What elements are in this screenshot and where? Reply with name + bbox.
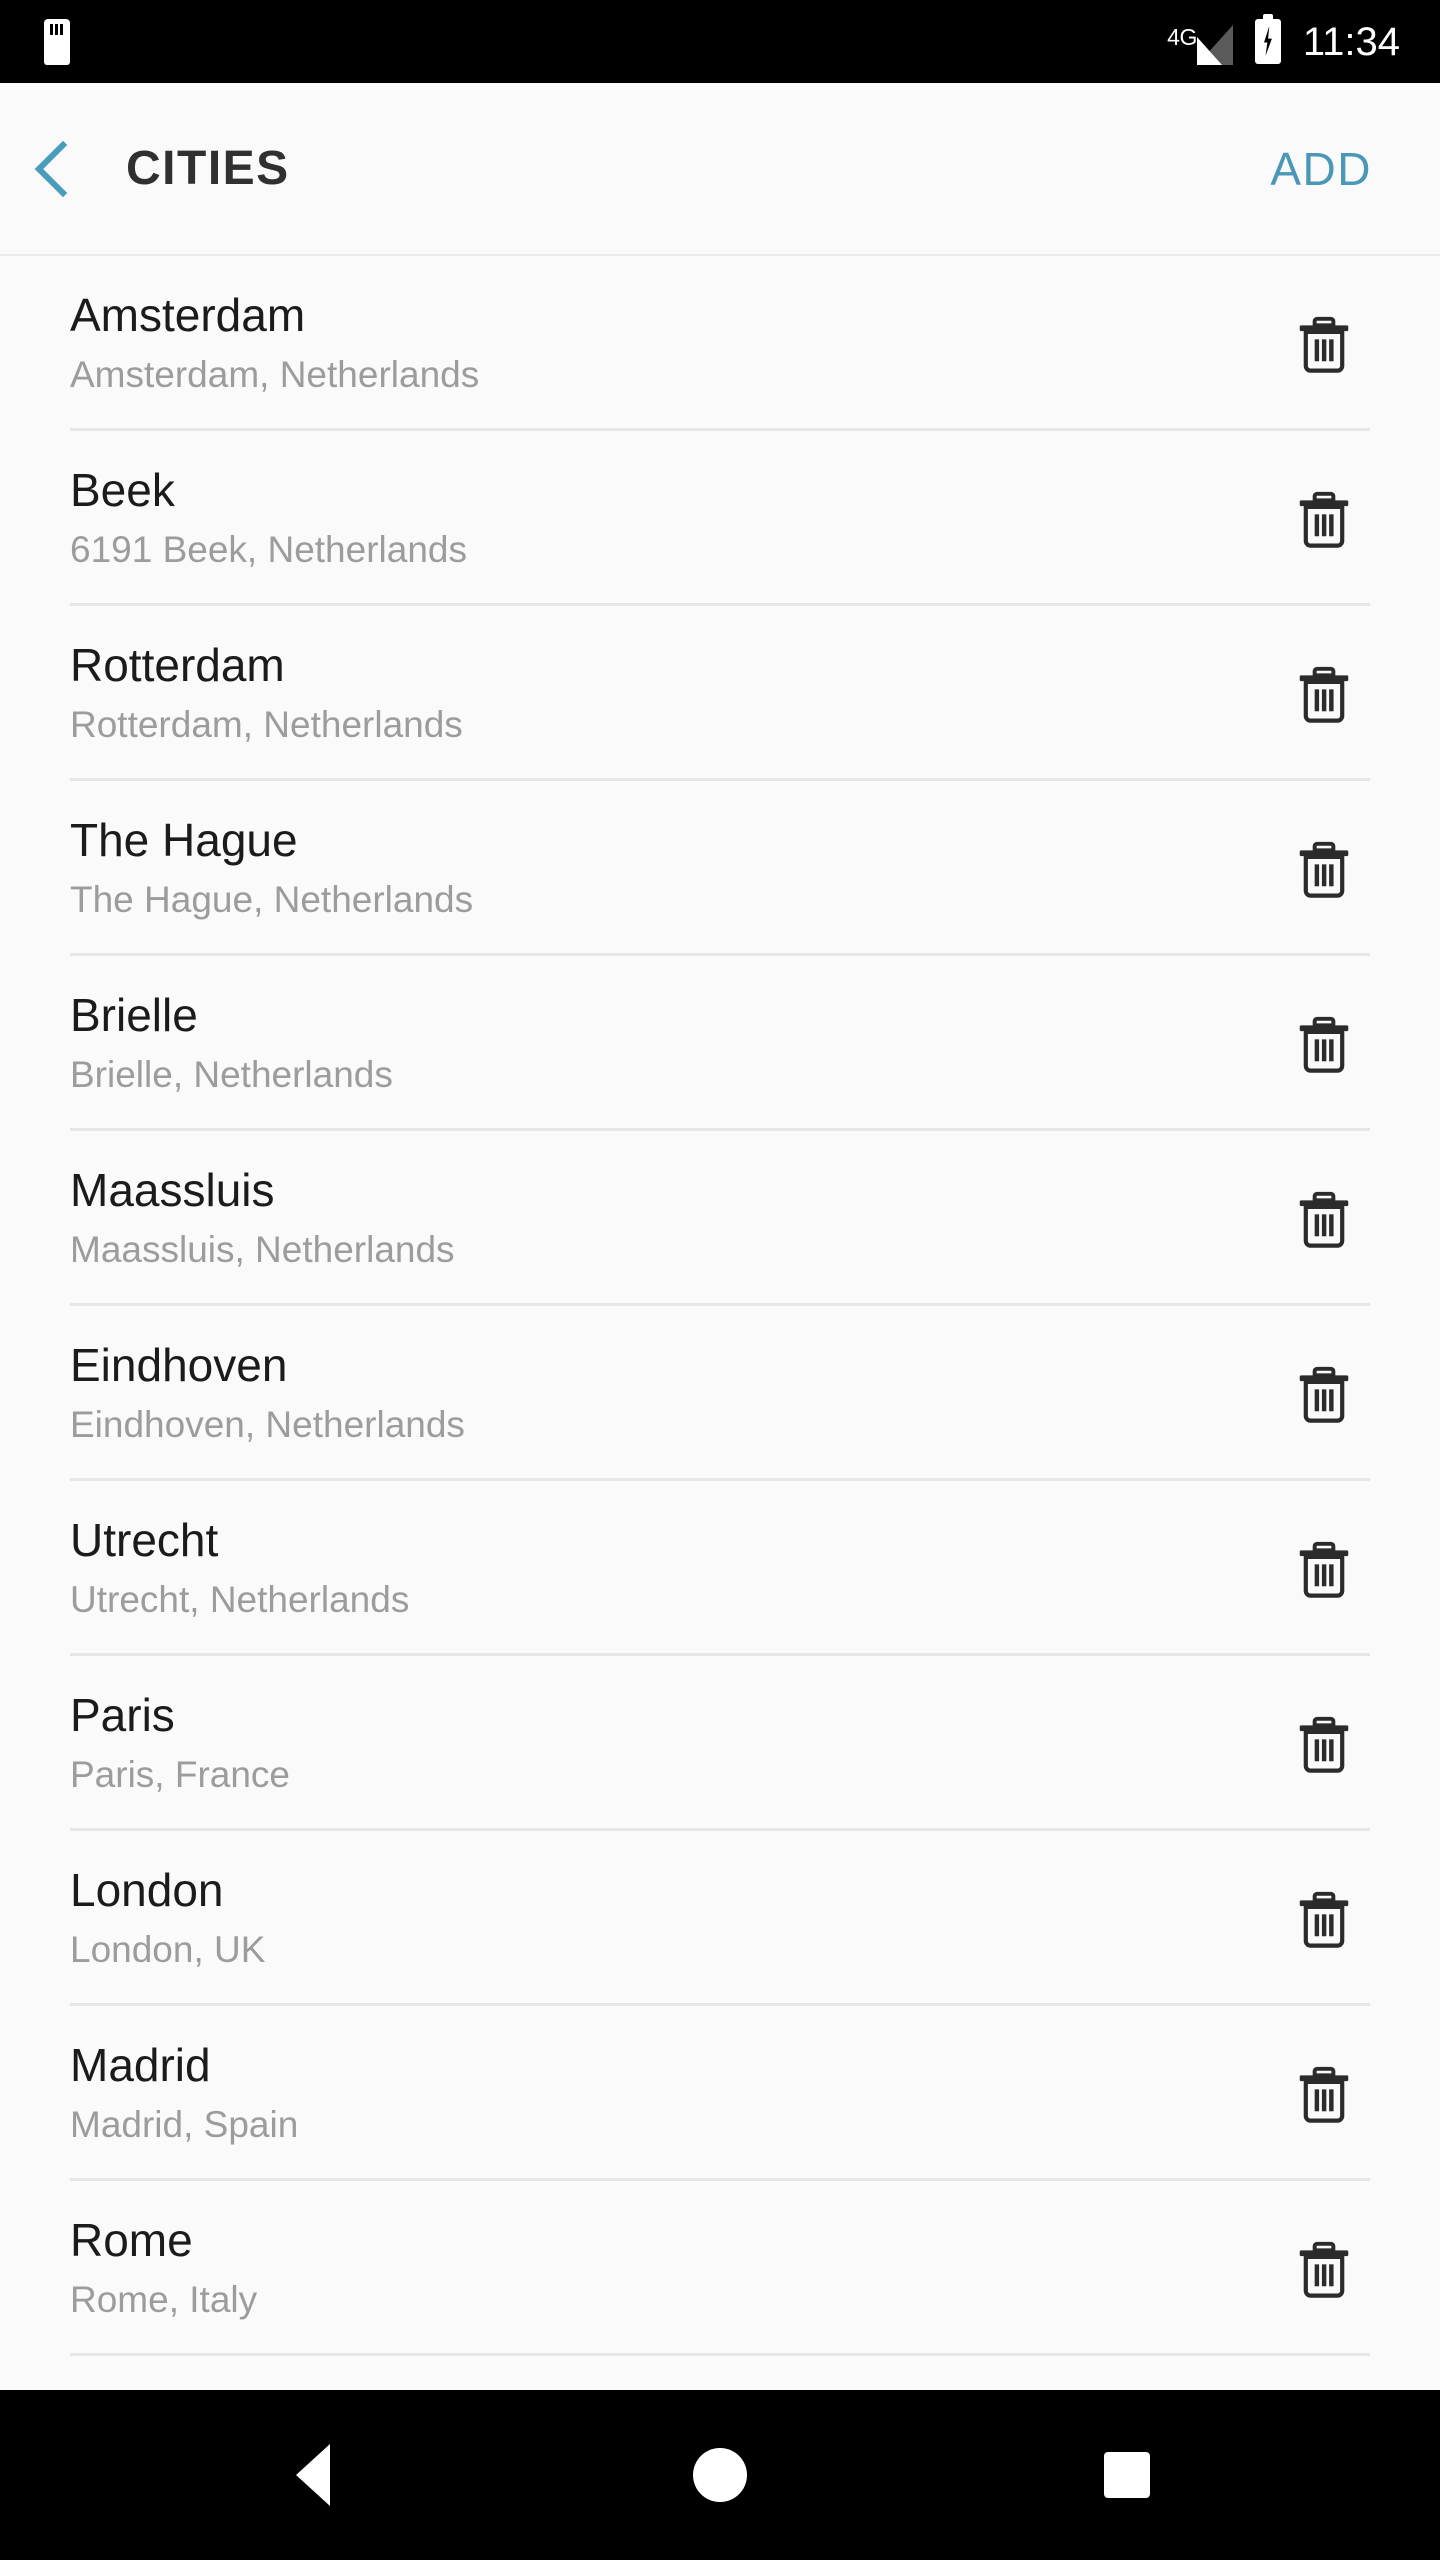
trash-icon [1296,1363,1352,1425]
square-recents-icon [1104,2452,1150,2498]
delete-city-button[interactable] [1278,1684,1370,1804]
signal-triangle-icon [1196,24,1233,65]
city-text-block: Amsterdam Amsterdam, Netherlands [70,290,1278,397]
delete-city-button[interactable] [1278,1334,1370,1454]
delete-city-button[interactable] [1278,1509,1370,1629]
back-button[interactable] [0,82,118,255]
trash-icon [1296,488,1352,550]
city-list-item[interactable]: Paris Paris, France [0,1656,1440,1831]
city-list-item[interactable]: Eindhoven Eindhoven, Netherlands [0,1306,1440,1481]
trash-icon [1296,1888,1352,1950]
city-list-item[interactable]: Brielle Brielle, Netherlands [0,956,1440,1131]
android-navigation-bar [0,2390,1440,2560]
delete-city-button[interactable] [1278,1159,1370,1279]
phone-screen: 4G 11:34 CITIES ADD Amsterdam Amsterdam, … [0,0,1440,2560]
city-list-item[interactable]: Rome Rome, Italy [0,2181,1440,2356]
nav-home-button[interactable] [625,2390,815,2560]
city-subtitle: Paris, France [70,1753,291,1795]
city-name: Paris [70,1689,175,1742]
city-name: London [70,1864,224,1917]
nav-back-button[interactable] [218,2390,408,2560]
status-bar-left [0,18,70,65]
city-text-block: Brielle Brielle, Netherlands [70,990,1278,1097]
delete-city-button[interactable] [1278,2034,1370,2154]
city-text-block: The Hague The Hague, Netherlands [70,815,1278,922]
city-name: Amsterdam [70,289,306,342]
city-list-item[interactable]: The Hague The Hague, Netherlands [0,781,1440,956]
city-text-block: Eindhoven Eindhoven, Netherlands [70,1340,1278,1447]
city-name: Rotterdam [70,639,285,692]
city-list-item[interactable]: Utrecht Utrecht, Netherlands [0,1481,1440,1656]
delete-city-button[interactable] [1278,984,1370,1104]
city-text-block: Utrecht Utrecht, Netherlands [70,1515,1278,1622]
city-subtitle: Maassluis, Netherlands [70,1228,455,1270]
city-text-block: Rotterdam Rotterdam, Netherlands [70,640,1278,747]
city-name: Utrecht [70,1514,219,1567]
add-button[interactable]: ADD [1260,130,1382,208]
city-subtitle: London, UK [70,1928,266,1970]
delete-city-button[interactable] [1278,634,1370,754]
city-subtitle: Utrecht, Netherlands [70,1578,410,1620]
delete-city-button[interactable] [1278,2209,1370,2329]
app-bar: CITIES ADD [0,83,1440,256]
city-subtitle: Eindhoven, Netherlands [70,1403,465,1445]
city-name: Madrid [70,2039,211,2092]
trash-icon [1296,1713,1352,1775]
city-list[interactable]: Amsterdam Amsterdam, Netherlands Beek 6191 … [0,256,1440,2390]
trash-icon [1296,2063,1352,2125]
city-subtitle: Rome, Italy [70,2278,258,2320]
sd-card-icon [44,18,70,65]
city-text-block: London London, UK [70,1865,1278,1972]
page-title: CITIES [126,142,290,195]
city-subtitle: 6191 Beek, Netherlands [70,528,467,570]
delete-city-button[interactable] [1278,1859,1370,1979]
city-text-block: Rome Rome, Italy [70,2215,1278,2322]
delete-city-button[interactable] [1278,809,1370,929]
signal-bars-icon: 4G [1167,19,1233,65]
city-list-item[interactable]: London London, UK [0,1831,1440,2006]
network-type-label: 4G [1167,23,1197,50]
circle-home-icon [693,2448,747,2502]
status-bar-clock: 11:34 [1302,19,1400,64]
battery-charging-icon [1254,14,1281,64]
city-text-block: Maassluis Maassluis, Netherlands [70,1165,1278,1272]
delete-city-button[interactable] [1278,284,1370,404]
city-text-block: Madrid Madrid, Spain [70,2040,1278,2147]
city-name: Brielle [70,989,198,1042]
city-subtitle: The Hague, Netherlands [70,878,474,920]
trash-icon [1296,2238,1352,2300]
trash-icon [1296,1188,1352,1250]
city-subtitle: Amsterdam, Netherlands [70,353,480,395]
status-bar-right: 4G 11:34 [1167,14,1440,65]
chevron-left-icon [34,140,92,197]
city-text-block: Paris Paris, France [70,1690,1278,1797]
status-bar: 4G 11:34 [0,0,1440,83]
delete-city-button[interactable] [1278,459,1370,579]
trash-icon [1296,1013,1352,1075]
city-list-item[interactable]: Amsterdam Amsterdam, Netherlands [0,256,1440,431]
city-name: Eindhoven [70,1339,288,1392]
city-name: The Hague [70,814,298,867]
trash-icon [1296,663,1352,725]
trash-icon [1296,1538,1352,1600]
city-name: Maassluis [70,1164,275,1217]
city-name: Beek [70,464,175,517]
city-subtitle: Brielle, Netherlands [70,1053,393,1095]
nav-recents-button[interactable] [1032,2390,1222,2560]
trash-icon [1296,313,1352,375]
city-subtitle: Rotterdam, Netherlands [70,703,463,745]
city-list-item[interactable]: Beek 6191 Beek, Netherlands [0,431,1440,606]
city-list-item[interactable]: Madrid Madrid, Spain [0,2006,1440,2181]
city-subtitle: Madrid, Spain [70,2103,299,2145]
trash-icon [1296,838,1352,900]
triangle-back-icon [296,2444,330,2506]
city-text-block: Beek 6191 Beek, Netherlands [70,465,1278,572]
city-list-item[interactable]: Maassluis Maassluis, Netherlands [0,1131,1440,1306]
city-name: Rome [70,2214,193,2267]
city-list-item[interactable]: Rotterdam Rotterdam, Netherlands [0,606,1440,781]
